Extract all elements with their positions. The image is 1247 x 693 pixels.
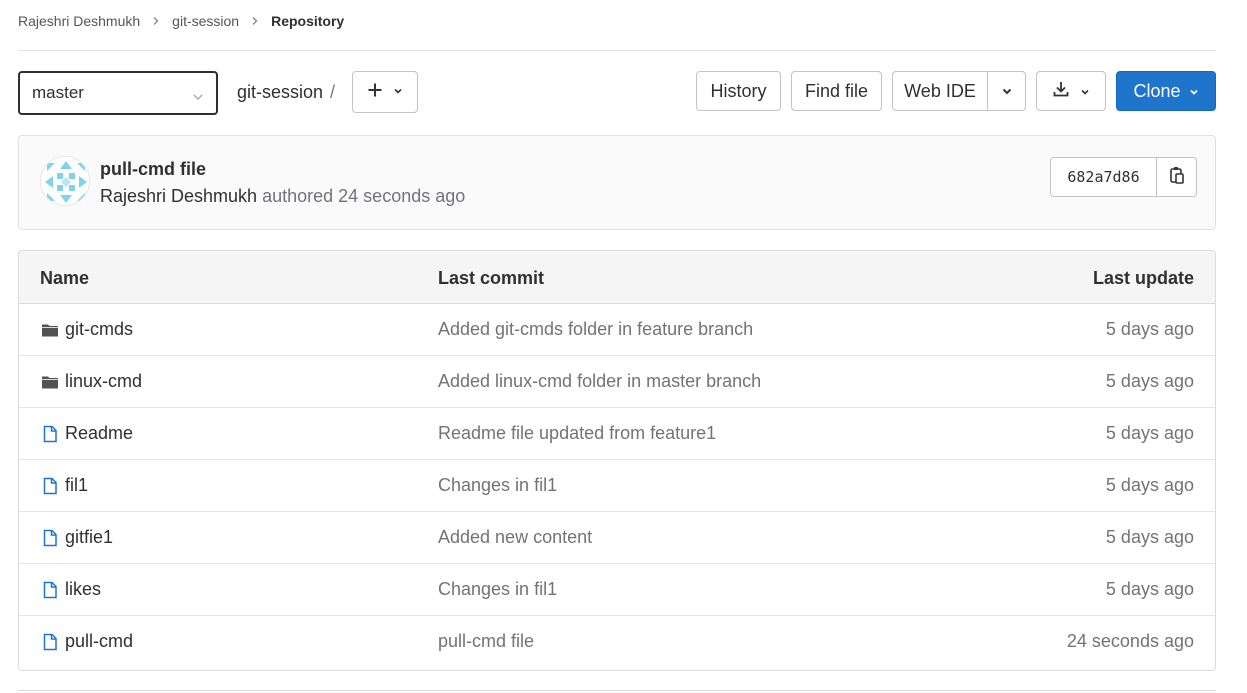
commit-sha-group: 682a7d86 bbox=[1050, 157, 1197, 197]
tree-item-label: git-cmds bbox=[65, 319, 134, 339]
folder-icon bbox=[42, 324, 58, 336]
plus-icon bbox=[367, 82, 383, 103]
file-icon bbox=[43, 633, 57, 650]
column-header-last-commit: Last commit bbox=[438, 268, 545, 288]
tree-item-commit-link[interactable]: Added linux-cmd folder in master branch bbox=[438, 371, 761, 392]
commit-sha-link[interactable]: 682a7d86 bbox=[1050, 157, 1157, 197]
tree-item-updated: 5 days ago bbox=[1105, 527, 1194, 547]
tree-item-name[interactable]: git-cmds bbox=[41, 319, 133, 340]
tree-item-commit-link[interactable]: Added new content bbox=[438, 527, 592, 548]
table-row[interactable]: Readme Readme file updated from feature1… bbox=[19, 408, 1215, 460]
download-icon bbox=[1052, 80, 1070, 103]
tree-item-commit-link[interactable]: Readme file updated from feature1 bbox=[438, 423, 716, 444]
chevron-down-icon bbox=[192, 88, 204, 101]
tree-item-label: pull-cmd bbox=[65, 631, 134, 651]
chevron-down-icon bbox=[1189, 81, 1199, 102]
copy-sha-button[interactable] bbox=[1157, 157, 1197, 197]
table-row[interactable]: linux-cmd Added linux-cmd folder in mast… bbox=[19, 356, 1215, 408]
repo-path-link[interactable]: git-session bbox=[237, 82, 323, 103]
find-file-button[interactable]: Find file bbox=[791, 71, 882, 111]
tree-item-updated: 5 days ago bbox=[1105, 475, 1194, 495]
history-button[interactable]: History bbox=[696, 71, 781, 111]
table-row[interactable]: pull-cmd pull-cmd file 24 seconds ago bbox=[19, 616, 1215, 668]
tree-item-name[interactable]: gitfie1 bbox=[41, 527, 113, 548]
tree-item-updated: 5 days ago bbox=[1105, 579, 1194, 599]
tree-item-updated: 5 days ago bbox=[1105, 371, 1194, 391]
add-file-dropdown-button[interactable] bbox=[352, 71, 418, 113]
copy-icon bbox=[1168, 165, 1186, 190]
clone-dropdown-button[interactable]: Clone bbox=[1116, 71, 1216, 111]
commit-title-link[interactable]: pull-cmd file bbox=[100, 159, 206, 180]
file-icon bbox=[43, 581, 57, 598]
file-icon bbox=[43, 477, 57, 494]
tree-item-updated: 5 days ago bbox=[1105, 319, 1194, 339]
tree-item-name[interactable]: pull-cmd bbox=[41, 631, 133, 652]
web-ide-dropdown-toggle[interactable] bbox=[987, 71, 1026, 111]
chevron-down-icon bbox=[1080, 81, 1090, 102]
breadcrumb-item-project[interactable]: git-session bbox=[172, 13, 239, 29]
tree-item-label: linux-cmd bbox=[65, 371, 143, 391]
tree-item-label: gitfie1 bbox=[65, 527, 114, 547]
divider bbox=[18, 690, 1216, 691]
column-header-name: Name bbox=[40, 268, 90, 288]
table-row[interactable]: git-cmds Added git-cmds folder in featur… bbox=[19, 304, 1215, 356]
web-ide-button[interactable]: Web IDE bbox=[892, 71, 988, 111]
chevron-down-icon bbox=[1001, 81, 1013, 102]
chevron-right-icon bbox=[150, 15, 162, 27]
tree-item-label: fil1 bbox=[65, 475, 89, 495]
breadcrumb-item-owner[interactable]: Rajeshri Deshmukh bbox=[18, 13, 140, 29]
tree-item-name[interactable]: fil1 bbox=[41, 475, 88, 496]
commit-action: authored bbox=[262, 186, 334, 206]
clone-button-label: Clone bbox=[1133, 80, 1181, 101]
tree-item-name[interactable]: Readme bbox=[41, 423, 133, 444]
tree-item-commit-link[interactable]: pull-cmd file bbox=[438, 631, 534, 652]
tree-item-name[interactable]: likes bbox=[41, 579, 101, 600]
branch-select-value: master bbox=[32, 83, 84, 102]
tree-item-label: Readme bbox=[65, 423, 134, 443]
chevron-down-icon bbox=[393, 83, 403, 101]
tree-item-commit-link[interactable]: Changes in fil1 bbox=[438, 579, 557, 600]
commit-meta: Rajeshri Deshmukh authored 24 seconds ag… bbox=[100, 186, 465, 207]
avatar[interactable] bbox=[40, 156, 90, 206]
path-separator: / bbox=[330, 82, 336, 102]
file-icon bbox=[43, 425, 57, 442]
tree-item-updated: 5 days ago bbox=[1105, 423, 1194, 443]
table-header: Name Last commit Last update bbox=[19, 251, 1215, 304]
table-row[interactable]: likes Changes in fil1 5 days ago bbox=[19, 564, 1215, 616]
folder-icon bbox=[42, 376, 58, 388]
commit-time: 24 seconds ago bbox=[338, 186, 466, 206]
tree-item-name[interactable]: linux-cmd bbox=[41, 371, 142, 392]
file-tree-table: Name Last commit Last update git-cmds Ad… bbox=[18, 250, 1216, 671]
divider bbox=[18, 50, 1216, 51]
tree-item-updated: 24 seconds ago bbox=[1066, 631, 1194, 651]
tree-item-commit-link[interactable]: Added git-cmds folder in feature branch bbox=[438, 319, 753, 340]
column-header-last-update: Last update bbox=[1092, 268, 1194, 288]
breadcrumb-item-current[interactable]: Repository bbox=[271, 13, 344, 29]
tree-item-commit-link[interactable]: Changes in fil1 bbox=[438, 475, 557, 496]
breadcrumb: Rajeshri Deshmukh git-session Repository bbox=[18, 11, 344, 31]
branch-select[interactable]: master bbox=[18, 71, 218, 115]
chevron-right-icon bbox=[249, 15, 261, 27]
commit-author-link[interactable]: Rajeshri Deshmukh bbox=[100, 186, 257, 206]
tree-item-label: likes bbox=[65, 579, 102, 599]
last-commit-panel: pull-cmd file Rajeshri Deshmukh authored… bbox=[18, 135, 1216, 230]
table-row[interactable]: gitfie1 Added new content 5 days ago bbox=[19, 512, 1215, 564]
download-dropdown-button[interactable] bbox=[1036, 71, 1106, 111]
table-row[interactable]: fil1 Changes in fil1 5 days ago bbox=[19, 460, 1215, 512]
file-icon bbox=[43, 529, 57, 546]
